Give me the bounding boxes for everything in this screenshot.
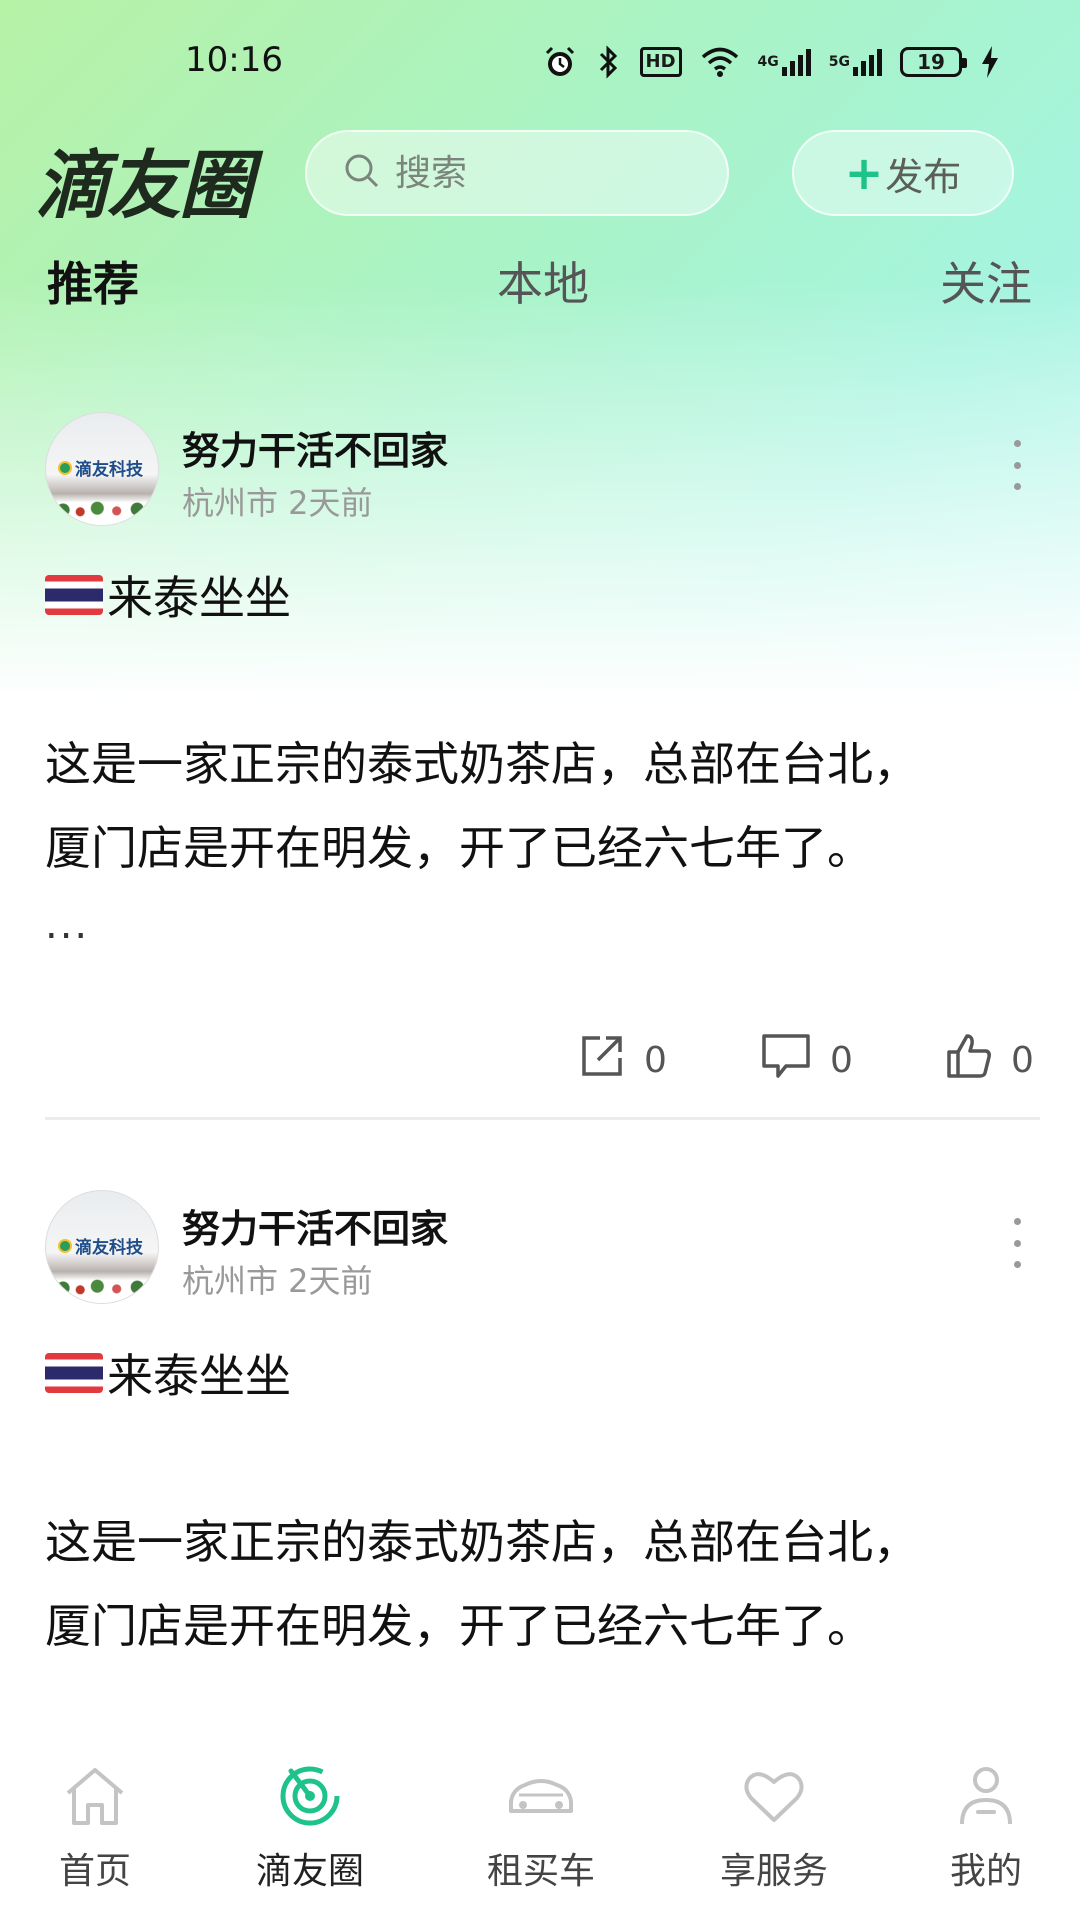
post-username[interactable]: 努力干活不回家	[182, 420, 448, 475]
avatar-logo: 滴友科技	[58, 1233, 143, 1258]
battery-icon: 19	[900, 42, 967, 82]
bluetooth-icon	[596, 42, 622, 82]
post-meta: 杭州市 2天前	[182, 484, 373, 522]
more-options-icon[interactable]	[1005, 440, 1029, 490]
plus-icon: +	[844, 146, 884, 200]
share-button[interactable]: 0	[578, 1032, 667, 1089]
heart-icon	[738, 1760, 810, 1832]
comment-button[interactable]: 0	[760, 1032, 853, 1089]
post-card[interactable]: 滴友科技 努力干活不回家 杭州市 2天前 来泰坐坐 这是一家正宗的泰式奶茶店，总…	[0, 1190, 1080, 1710]
thailand-flag-icon	[45, 1353, 103, 1393]
bottom-nav: 首页 滴友圈 租买车 享服务 我的	[0, 1720, 1080, 1920]
avatar[interactable]: 滴友科技	[45, 412, 159, 526]
home-icon	[59, 1760, 131, 1832]
post-title: 来泰坐坐	[45, 562, 291, 628]
comment-icon	[760, 1032, 812, 1089]
tab-recommend[interactable]: 推荐	[47, 248, 139, 314]
post-title: 来泰坐坐	[45, 1340, 291, 1406]
nav-item-home[interactable]: 首页	[0, 1760, 195, 1894]
tab-following[interactable]: 关注	[940, 248, 1032, 314]
like-button[interactable]: 0	[945, 1032, 1034, 1089]
signal-4g-icon: 4G	[758, 42, 811, 82]
thailand-flag-icon	[45, 575, 103, 615]
avatar[interactable]: 滴友科技	[45, 1190, 159, 1304]
nav-item-service[interactable]: 享服务	[674, 1760, 874, 1894]
tab-local[interactable]: 本地	[497, 248, 589, 314]
charging-icon	[980, 42, 1000, 82]
search-icon	[343, 152, 381, 194]
status-bar: 10:16 HD 4G 5G 19	[0, 28, 1080, 98]
post-username[interactable]: 努力干活不回家	[182, 1198, 448, 1253]
post-body: 这是一家正宗的泰式奶茶店，总部在台北， 厦门店是开在明发，开了已经六七年了。	[45, 1515, 919, 1653]
nav-item-profile[interactable]: 我的	[886, 1760, 1080, 1894]
nav-item-car[interactable]: 租买车	[441, 1760, 641, 1894]
more-options-icon[interactable]	[1005, 1218, 1029, 1268]
alarm-icon	[542, 42, 578, 82]
app-header: 滴友圈 + 发布	[0, 120, 1080, 229]
radar-icon	[274, 1760, 346, 1832]
publish-button[interactable]: + 发布	[792, 130, 1014, 216]
publish-label: 发布	[885, 154, 962, 199]
avatar-logo: 滴友科技	[58, 455, 143, 480]
post-more-ellipsis[interactable]: ...	[45, 902, 89, 948]
app-title: 滴友圈	[35, 143, 253, 229]
user-icon	[950, 1760, 1022, 1832]
status-icons: HD 4G 5G 19	[542, 42, 1000, 82]
post-body: 这是一家正宗的泰式奶茶店，总部在台北， 厦门店是开在明发，开了已经六七年了。	[45, 737, 919, 875]
car-icon	[505, 1760, 577, 1832]
post-divider	[45, 1117, 1040, 1120]
post-card[interactable]: 滴友科技 努力干活不回家 杭州市 2天前 来泰坐坐 这是一家正宗的泰式奶茶店，总…	[0, 412, 1080, 1112]
signal-5g-icon: 5G	[829, 42, 882, 82]
nav-item-circle[interactable]: 滴友圈	[210, 1760, 410, 1894]
like-count: 0	[1011, 1040, 1034, 1081]
search-input[interactable]	[395, 152, 695, 194]
wifi-icon	[700, 42, 740, 82]
search-box[interactable]	[305, 130, 729, 216]
post-meta: 杭州市 2天前	[182, 1262, 373, 1300]
post-actions: 0 0 0	[0, 1032, 1080, 1092]
comment-count: 0	[830, 1040, 853, 1081]
hd-icon: HD	[639, 42, 682, 82]
status-time: 10:16	[185, 40, 283, 80]
share-icon	[578, 1032, 626, 1089]
share-count: 0	[644, 1040, 667, 1081]
thumbs-up-icon	[945, 1032, 993, 1089]
feed-tabs: 推荐 本地 关注	[0, 248, 1080, 311]
